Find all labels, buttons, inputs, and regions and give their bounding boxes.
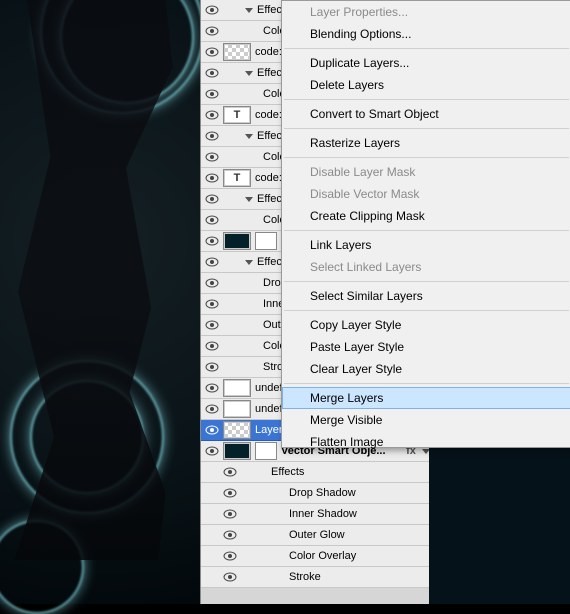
layer-thumbnail: T [223,106,251,124]
menu-separator [284,383,569,384]
visibility-icon[interactable] [205,444,219,458]
menu-item-create-clipping-mask[interactable]: Create Clipping Mask [282,205,570,227]
effects-row[interactable]: Effects [201,462,430,483]
menu-item-duplicate-layers[interactable]: Duplicate Layers... [282,52,570,74]
visibility-icon[interactable] [205,318,219,332]
visibility-icon[interactable] [205,66,219,80]
layer-thumbnail [223,43,251,61]
layer-context-menu[interactable]: Layer Properties...Blending Options... Du… [281,0,570,448]
layer-thumbnail [223,400,251,418]
effect-item[interactable]: Inner Shadow [201,504,430,525]
document-canvas [0,0,200,604]
menu-item-select-similar-layers[interactable]: Select Similar Layers [282,285,570,307]
menu-separator [284,99,569,100]
layer-thumbnail [223,379,251,397]
visibility-icon[interactable] [205,129,219,143]
effect-label: Color Overlay [289,550,356,562]
menu-item-blending-options[interactable]: Blending Options... [282,23,570,45]
menu-item-clear-layer-style[interactable]: Clear Layer Style [282,358,570,380]
menu-item-copy-layer-style[interactable]: Copy Layer Style [282,314,570,336]
effect-label: Inner Shadow [289,508,357,520]
visibility-icon[interactable] [205,45,219,59]
visibility-icon[interactable] [223,507,237,521]
effect-item[interactable]: Color Overlay [201,546,430,567]
menu-item-layer-properties: Layer Properties... [282,1,570,23]
visibility-icon[interactable] [205,213,219,227]
visibility-icon[interactable] [205,276,219,290]
visibility-icon[interactable] [205,87,219,101]
effect-item[interactable]: Outer Glow [201,525,430,546]
chevron-down-icon[interactable] [245,71,253,76]
visibility-icon[interactable] [205,171,219,185]
menu-item-select-linked-layers: Select Linked Layers [282,256,570,278]
chevron-down-icon[interactable] [245,197,253,202]
visibility-icon[interactable] [205,297,219,311]
menu-separator [284,310,569,311]
visibility-icon[interactable] [205,255,219,269]
effect-label: Stroke [289,571,321,583]
menu-separator [284,157,569,158]
menu-item-merge-visible[interactable]: Merge Visible [282,409,570,431]
menu-separator [284,48,569,49]
menu-separator [284,230,569,231]
visibility-icon[interactable] [223,465,237,479]
visibility-icon[interactable] [205,360,219,374]
menu-item-link-layers[interactable]: Link Layers [282,234,570,256]
visibility-icon[interactable] [205,339,219,353]
menu-item-merge-layers[interactable]: Merge Layers [282,387,570,409]
chevron-down-icon[interactable] [245,260,253,265]
visibility-icon[interactable] [205,150,219,164]
menu-separator [284,128,569,129]
effect-label: Outer Glow [289,529,345,541]
visibility-icon[interactable] [205,381,219,395]
dark-panel-area [429,440,570,604]
visibility-icon[interactable] [223,570,237,584]
visibility-icon[interactable] [223,549,237,563]
menu-item-disable-layer-mask: Disable Layer Mask [282,161,570,183]
layer-thumbnail [223,232,251,250]
menu-item-flatten-image[interactable]: Flatten Image [282,431,570,453]
menu-item-delete-layers[interactable]: Delete Layers [282,74,570,96]
effect-item[interactable]: Stroke [201,567,430,588]
layer-thumbnail [223,421,251,439]
visibility-icon[interactable] [223,528,237,542]
menu-item-convert-to-smart-object[interactable]: Convert to Smart Object [282,103,570,125]
visibility-icon[interactable] [205,192,219,206]
visibility-icon[interactable] [223,486,237,500]
visibility-icon[interactable] [205,108,219,122]
menu-item-paste-layer-style[interactable]: Paste Layer Style [282,336,570,358]
effect-label: Drop Shadow [289,487,356,499]
chevron-down-icon[interactable] [245,8,253,13]
layer-mask-thumbnail [255,232,277,250]
layer-mask-thumbnail [255,442,277,460]
menu-item-disable-vector-mask: Disable Vector Mask [282,183,570,205]
menu-separator [284,281,569,282]
visibility-icon[interactable] [205,234,219,248]
effect-label: Effects [271,466,304,478]
menu-item-rasterize-layers[interactable]: Rasterize Layers [282,132,570,154]
layer-thumbnail: T [223,169,251,187]
visibility-icon[interactable] [205,3,219,17]
visibility-icon[interactable] [205,24,219,38]
chevron-down-icon[interactable] [245,134,253,139]
visibility-icon[interactable] [205,402,219,416]
layer-thumbnail [223,442,251,460]
effect-item[interactable]: Drop Shadow [201,483,430,504]
visibility-icon[interactable] [205,423,219,437]
